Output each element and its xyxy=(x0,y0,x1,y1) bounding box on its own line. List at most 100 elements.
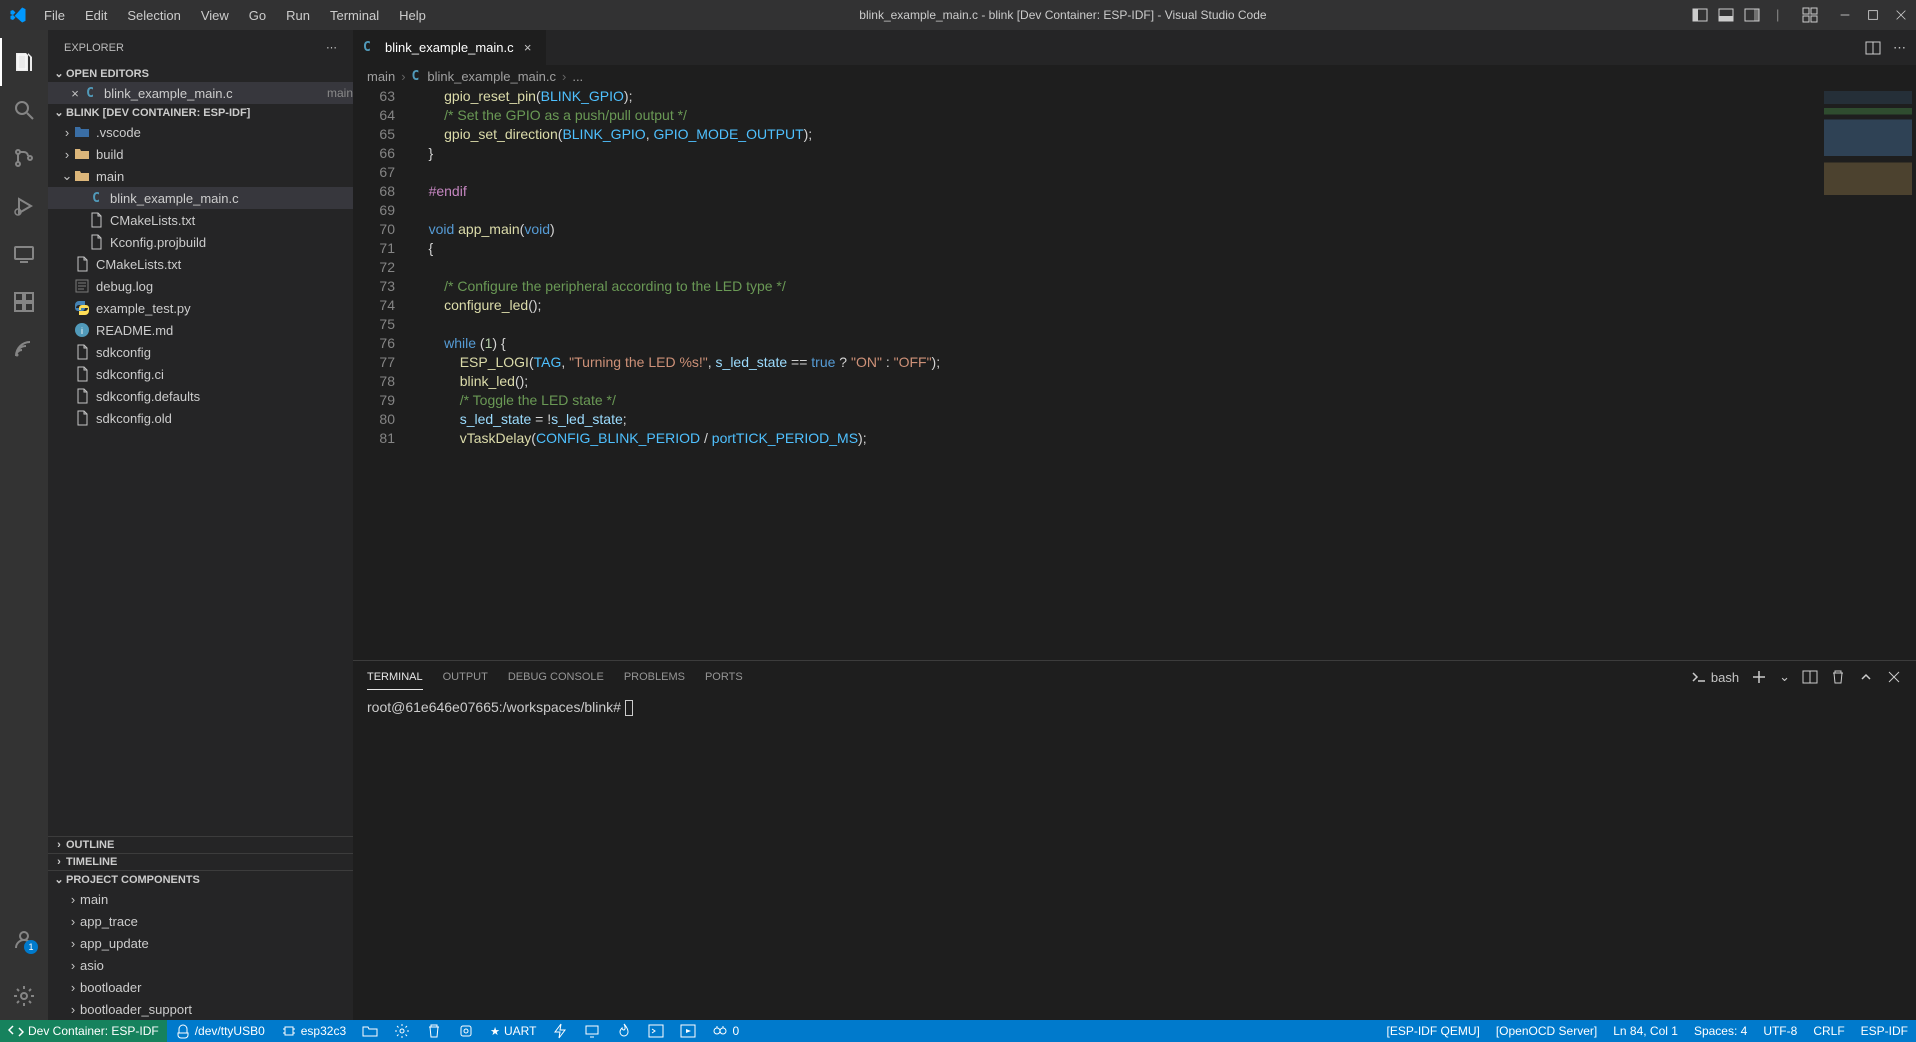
split-terminal-icon[interactable] xyxy=(1802,669,1818,685)
tree-file[interactable]: sdkconfig xyxy=(48,341,353,363)
new-terminal-icon[interactable] xyxy=(1751,669,1767,685)
layout-panel-left-icon[interactable] xyxy=(1692,7,1708,23)
section-project-components[interactable]: ⌄ PROJECT COMPONENTS xyxy=(48,870,353,888)
minimap[interactable] xyxy=(1820,87,1916,660)
status-build-icon[interactable] xyxy=(450,1020,482,1042)
tree-file[interactable]: Kconfig.projbuild xyxy=(48,231,353,253)
component-item[interactable]: › asio xyxy=(48,954,353,976)
tree-file[interactable]: sdkconfig.ci xyxy=(48,363,353,385)
open-editor-item[interactable]: × C blink_example_main.c main xyxy=(48,82,353,104)
close-icon[interactable] xyxy=(1894,8,1908,22)
more-icon[interactable]: ⋯ xyxy=(1893,40,1906,56)
status-terminal-icon[interactable] xyxy=(640,1020,672,1042)
menu-run[interactable]: Run xyxy=(278,4,318,27)
panel-tab-ports[interactable]: PORTS xyxy=(705,665,743,689)
more-icon[interactable]: ⋯ xyxy=(326,41,337,54)
tree-file[interactable]: example_test.py xyxy=(48,297,353,319)
activity-espressif[interactable] xyxy=(0,326,48,374)
menu-edit[interactable]: Edit xyxy=(77,4,115,27)
panel-tab-terminal[interactable]: TERMINAL xyxy=(367,665,423,690)
tree-file[interactable]: debug.log xyxy=(48,275,353,297)
tree-file[interactable]: sdkconfig.old xyxy=(48,407,353,429)
tree-file[interactable]: CMakeLists.txt xyxy=(48,209,353,231)
section-timeline[interactable]: › TIMELINE xyxy=(48,853,353,870)
status-flame-icon[interactable] xyxy=(608,1020,640,1042)
layout-panel-right-icon[interactable] xyxy=(1744,7,1760,23)
terminal-body[interactable]: root@61e646e07665:/workspaces/blink# xyxy=(353,693,1916,1020)
status-warnings[interactable]: 0 xyxy=(704,1020,747,1042)
status-port[interactable]: /dev/ttyUSB0 xyxy=(167,1020,273,1042)
menu-help[interactable]: Help xyxy=(391,4,434,27)
section-workspace[interactable]: ⌄ BLINK [DEV CONTAINER: ESP-IDF] xyxy=(48,104,353,121)
panel-tab-output[interactable]: OUTPUT xyxy=(443,665,488,689)
tree-folder[interactable]: ⌄ main xyxy=(48,165,353,187)
breadcrumbs[interactable]: main › Cblink_example_main.c › ... xyxy=(353,65,1916,87)
breadcrumb-file[interactable]: Cblink_example_main.c xyxy=(412,69,556,84)
tree-file[interactable]: sdkconfig.defaults xyxy=(48,385,353,407)
status-settings-icon[interactable] xyxy=(386,1020,418,1042)
status-cursor[interactable]: Ln 84, Col 1 xyxy=(1605,1024,1686,1038)
menu-view[interactable]: View xyxy=(193,4,237,27)
breadcrumb-symbol[interactable]: ... xyxy=(572,69,583,84)
trash-icon[interactable] xyxy=(1830,669,1846,685)
close-icon[interactable]: × xyxy=(68,86,82,101)
status-spaces[interactable]: Spaces: 4 xyxy=(1686,1024,1755,1038)
menu-file[interactable]: File xyxy=(36,4,73,27)
status-eol[interactable]: CRLF xyxy=(1805,1024,1852,1038)
status-debug-icon[interactable] xyxy=(672,1020,704,1042)
editor-body[interactable]: 63646566676869707172737475767778798081 g… xyxy=(353,87,1916,660)
activity-extensions[interactable] xyxy=(0,278,48,326)
close-panel-icon[interactable] xyxy=(1886,669,1902,685)
menu-terminal[interactable]: Terminal xyxy=(322,4,387,27)
code-content[interactable]: gpio_reset_pin(BLINK_GPIO); /* Set the G… xyxy=(413,87,1820,660)
activity-explorer[interactable] xyxy=(0,38,48,86)
layout-panel-bottom-icon[interactable] xyxy=(1718,7,1734,23)
component-item[interactable]: › app_update xyxy=(48,932,353,954)
section-open-editors[interactable]: ⌄ OPEN EDITORS xyxy=(48,65,353,82)
status-chip[interactable]: esp32c3 xyxy=(273,1020,354,1042)
activity-run-debug[interactable] xyxy=(0,182,48,230)
panel-tab-problems[interactable]: PROBLEMS xyxy=(624,665,685,689)
tree-file[interactable]: CMakeLists.txt xyxy=(48,253,353,275)
component-item[interactable]: › app_trace xyxy=(48,910,353,932)
status-open-folder-icon[interactable] xyxy=(354,1020,386,1042)
status-trash-icon[interactable] xyxy=(418,1020,450,1042)
activity-source-control[interactable] xyxy=(0,134,48,182)
minimize-icon[interactable] xyxy=(1838,8,1852,22)
tree-file[interactable]: C blink_example_main.c xyxy=(48,187,353,209)
status-monitor-icon[interactable] xyxy=(576,1020,608,1042)
breadcrumb-folder[interactable]: main xyxy=(367,69,395,84)
split-editor-icon[interactable] xyxy=(1865,40,1881,56)
tab-file[interactable]: C blink_example_main.c × xyxy=(353,30,547,65)
activity-remote-explorer[interactable] xyxy=(0,230,48,278)
activity-search[interactable] xyxy=(0,86,48,134)
chevron-icon[interactable]: ⌄ xyxy=(60,168,74,184)
terminal-profile[interactable]: bash xyxy=(1691,669,1739,685)
tree-file[interactable]: i README.md xyxy=(48,319,353,341)
component-item[interactable]: › main xyxy=(48,888,353,910)
status-flash-icon[interactable] xyxy=(544,1020,576,1042)
maximize-icon[interactable] xyxy=(1866,8,1880,22)
status-lang[interactable]: ESP-IDF xyxy=(1853,1024,1916,1038)
component-item[interactable]: › bootloader xyxy=(48,976,353,998)
activity-accounts[interactable]: 1 xyxy=(0,916,48,964)
panel-tab-debug-console[interactable]: DEBUG CONSOLE xyxy=(508,665,604,689)
status-encoding[interactable]: UTF-8 xyxy=(1755,1024,1805,1038)
customize-layout-icon[interactable] xyxy=(1802,7,1818,23)
chevron-icon[interactable]: › xyxy=(60,147,74,162)
tree-folder[interactable]: › build xyxy=(48,143,353,165)
menu-selection[interactable]: Selection xyxy=(119,4,188,27)
status-remote[interactable]: Dev Container: ESP-IDF xyxy=(0,1020,167,1042)
component-item[interactable]: › bootloader_support xyxy=(48,998,353,1020)
menu-go[interactable]: Go xyxy=(241,4,274,27)
section-outline[interactable]: › OUTLINE xyxy=(48,836,353,853)
chevron-down-icon[interactable]: ⌄ xyxy=(1779,669,1790,685)
status-target[interactable]: [ESP-IDF QEMU] xyxy=(1379,1024,1488,1038)
maximize-panel-icon[interactable] xyxy=(1858,669,1874,685)
status-uart[interactable]: ★UART xyxy=(482,1020,544,1042)
tree-folder[interactable]: › .vscode xyxy=(48,121,353,143)
activity-settings[interactable] xyxy=(0,972,48,1020)
status-openocd[interactable]: [OpenOCD Server] xyxy=(1488,1024,1605,1038)
close-icon[interactable]: × xyxy=(520,40,536,55)
chevron-icon[interactable]: › xyxy=(60,125,74,140)
